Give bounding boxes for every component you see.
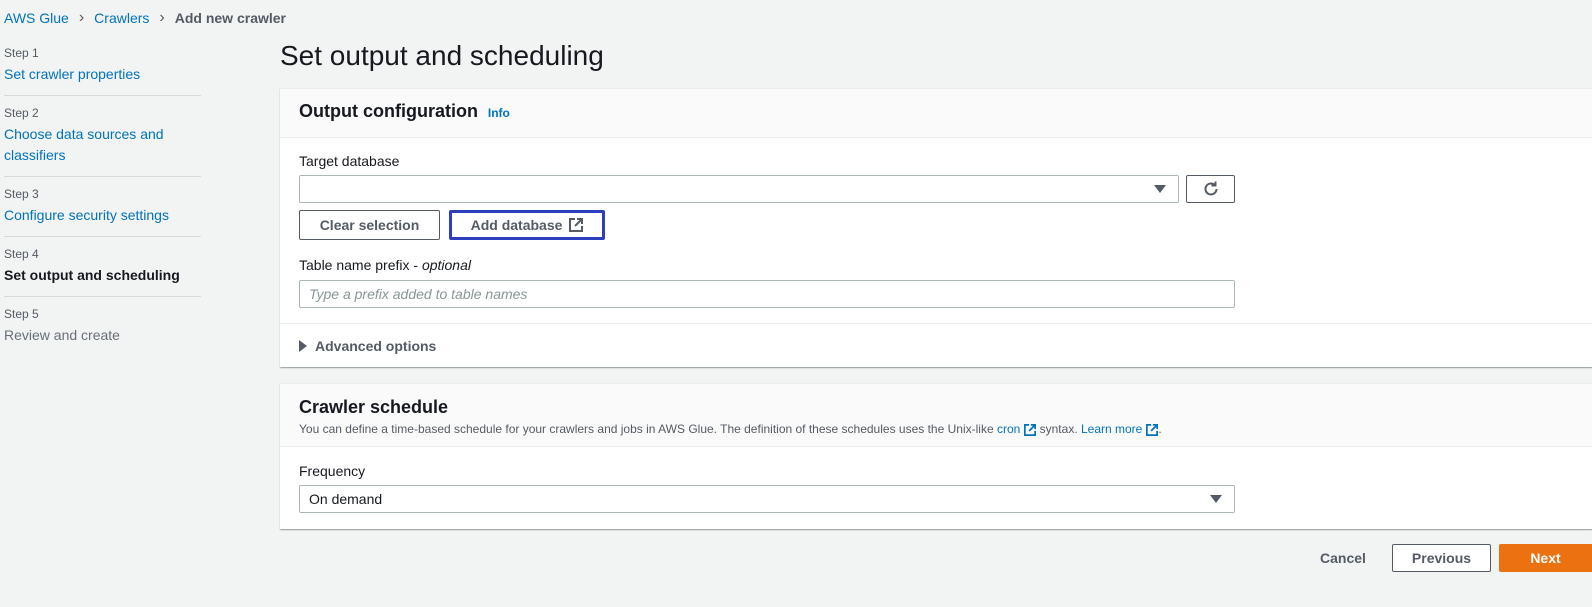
caret-down-icon [1154, 185, 1166, 193]
learn-more-label: Learn more [1080, 422, 1143, 436]
caret-right-icon [299, 340, 307, 352]
step-1: Step 1 Set crawler properties [4, 46, 201, 96]
frequency-label: Frequency [299, 463, 366, 479]
refresh-button[interactable] [1186, 175, 1235, 203]
external-link-icon [1024, 423, 1037, 436]
refresh-icon [1204, 181, 1217, 196]
step-2: Step 2 Choose data sources and classifie… [4, 106, 201, 177]
step-link-data-sources[interactable]: Choose data sources and classifiers [4, 124, 174, 166]
panel-title: Crawler schedule [299, 397, 449, 417]
crawler-schedule-panel: Crawler schedule You can define a time-b… [280, 383, 1592, 529]
schedule-description: You can define a time-based schedule for… [299, 422, 1573, 436]
wizard-steps: Step 1 Set crawler properties Step 2 Cho… [4, 46, 201, 366]
panel-title: Output configuration [299, 101, 478, 121]
add-database-button[interactable]: Add database [449, 210, 605, 240]
cron-link-label: cron [996, 422, 1021, 436]
breadcrumb-aws-glue[interactable]: AWS Glue [4, 10, 69, 26]
previous-button[interactable]: Previous [1392, 544, 1491, 572]
step-link-crawler-properties[interactable]: Set crawler properties [4, 66, 140, 82]
chevron-right-icon: › [159, 9, 165, 26]
external-link-icon [569, 218, 584, 232]
caret-down-icon [1210, 495, 1222, 503]
add-database-label: Add database [470, 217, 563, 233]
panel-header: Crawler schedule You can define a time-b… [280, 384, 1592, 447]
table-prefix-label: Table name prefix - optional [299, 257, 471, 273]
step-number: Step 4 [4, 247, 39, 261]
step-link-security-settings[interactable]: Configure security settings [4, 207, 169, 223]
frequency-value: On demand [309, 491, 383, 507]
target-database-label: Target database [299, 153, 400, 169]
optional-text: optional [421, 257, 471, 273]
cancel-button[interactable]: Cancel [1320, 544, 1366, 572]
step-number: Step 1 [4, 46, 39, 60]
table-prefix-label-text: Table name prefix - [299, 257, 422, 273]
breadcrumb-crawlers[interactable]: Crawlers [94, 10, 149, 26]
target-database-select[interactable] [299, 175, 1179, 203]
step-number: Step 3 [4, 187, 39, 201]
step-number: Step 5 [4, 307, 39, 321]
description-text: You can define a time-based schedule for… [299, 422, 997, 436]
breadcrumb: AWS Glue › Crawlers › Add new crawler [4, 9, 286, 27]
learn-more-link[interactable]: Learn more [1080, 422, 1159, 436]
page-title: Set output and scheduling [280, 40, 604, 71]
table-prefix-input[interactable]: Type a prefix added to table names [299, 280, 1235, 308]
advanced-options-toggle[interactable]: Advanced options [299, 338, 436, 354]
table-prefix-placeholder: Type a prefix added to table names [309, 286, 528, 302]
info-link[interactable]: Info [488, 106, 510, 120]
cron-link[interactable]: cron [996, 422, 1037, 436]
panel-header: Output configuration Info [280, 89, 1592, 138]
step-number: Step 2 [4, 106, 39, 120]
step-label-current: Set output and scheduling [4, 267, 180, 283]
step-3: Step 3 Configure security settings [4, 187, 201, 237]
breadcrumb-current: Add new crawler [174, 10, 286, 26]
step-4: Step 4 Set output and scheduling [4, 247, 201, 297]
output-configuration-panel: Output configuration Info Target databas… [280, 88, 1592, 367]
chevron-right-icon: › [78, 9, 85, 26]
step-5: Step 5 Review and create [4, 307, 201, 356]
step-label-review: Review and create [4, 327, 120, 343]
description-middle: syntax. [1036, 422, 1081, 436]
next-button[interactable]: Next [1499, 544, 1592, 572]
advanced-options-label: Advanced options [315, 338, 437, 354]
description-end: . [1158, 422, 1162, 436]
frequency-select[interactable]: On demand [299, 485, 1235, 513]
external-link-icon [1146, 423, 1159, 436]
clear-selection-button[interactable]: Clear selection [299, 210, 440, 240]
